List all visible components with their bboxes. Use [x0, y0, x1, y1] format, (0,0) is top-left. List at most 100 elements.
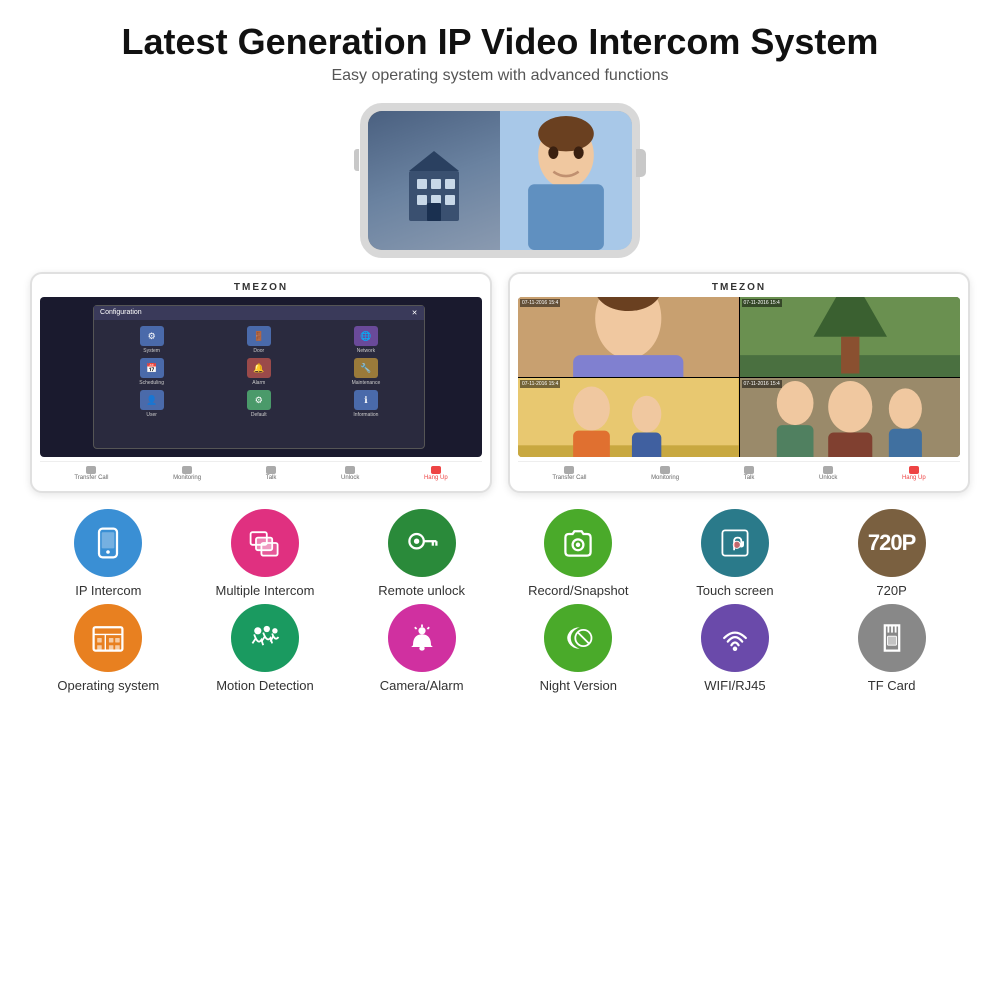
config-network[interactable]: 🌐 Network — [314, 326, 417, 354]
feature-wifi-rj45: WIFI/RJ45 — [670, 604, 800, 693]
config-default[interactable]: ⚙ Default — [207, 390, 310, 418]
btn-hangup[interactable]: Hang Up — [424, 466, 448, 481]
transfer-icon — [86, 466, 96, 474]
monitoring-icon — [182, 466, 192, 474]
alarm-bell-icon — [404, 620, 440, 656]
feature-tf-card: TF Card — [827, 604, 957, 693]
network-icon-box: 🌐 — [354, 326, 378, 346]
btn-unlock[interactable]: Unlock — [341, 466, 359, 481]
camera-alarm-icon-circle — [388, 604, 456, 672]
features-row-1: IP Intercom Multiple Intercom — [30, 509, 970, 598]
btn-talk-r[interactable]: Talk — [744, 466, 755, 481]
btn-talk[interactable]: Talk — [266, 466, 277, 481]
feature-touch-screen: Touch screen — [670, 509, 800, 598]
feature-label-tf-card: TF Card — [868, 678, 916, 693]
unlock-icon — [345, 466, 355, 474]
features-row-2: Operating system — [30, 604, 970, 693]
feature-720p: 720P 720P — [827, 509, 957, 598]
view-cell-3: 07-11-2016 15:4 — [518, 378, 739, 458]
tf-card-icon-circle — [858, 604, 926, 672]
timestamp-4: 07-11-2016 15:4 — [742, 380, 782, 388]
feature-multiple-intercom: Multiple Intercom — [200, 509, 330, 598]
operating-system-icon-circle — [74, 604, 142, 672]
scheduling-icon-box: 📅 — [140, 358, 164, 378]
config-title-bar: Configuration ✕ — [94, 306, 424, 320]
sub-title: Easy operating system with advanced func… — [122, 67, 879, 85]
monitor-left: TMEZON Configuration ✕ ⚙ System 🚪 — [30, 272, 492, 493]
monitor-left-screen: Configuration ✕ ⚙ System 🚪 Door — [40, 297, 482, 457]
phone-left-scene — [368, 111, 500, 250]
header-section: Latest Generation IP Video Intercom Syst… — [122, 20, 879, 85]
feature-record-snapshot: Record/Snapshot — [513, 509, 643, 598]
touch-screen-icon-circle — [701, 509, 769, 577]
multi-view-grid: 07-11-2016 15:4 07-11-2016 15:4 — [518, 297, 960, 457]
multi-screen-icon — [247, 525, 283, 561]
wifi-rj45-icon-circle — [701, 604, 769, 672]
feature-label-720p: 720P — [876, 583, 906, 598]
sdcard-icon — [874, 620, 910, 656]
feature-label-operating-system: Operating system — [57, 678, 159, 693]
timestamp-2: 07-11-2016 15:4 — [742, 299, 782, 307]
config-close: ✕ — [412, 309, 418, 317]
camera-icon — [560, 525, 596, 561]
remote-unlock-icon-circle — [388, 509, 456, 577]
feature-label-multiple-intercom: Multiple Intercom — [215, 583, 314, 598]
brand-right: TMEZON — [518, 282, 960, 293]
phone-icon — [90, 525, 126, 561]
hangup-icon — [431, 466, 441, 474]
phone-right-scene — [500, 111, 632, 250]
brand-left: TMEZON — [40, 282, 482, 293]
system-icon-box: ⚙ — [140, 326, 164, 346]
feature-ip-intercom: IP Intercom — [43, 509, 173, 598]
monitor-right-screen: 07-11-2016 15:4 07-11-2016 15:4 — [518, 297, 960, 457]
view-cell-1: 07-11-2016 15:4 — [518, 297, 739, 377]
info-icon-box: ℹ — [354, 390, 378, 410]
720p-badge: 720P — [868, 530, 915, 556]
multiple-intercom-icon-circle — [231, 509, 299, 577]
config-panel: Configuration ✕ ⚙ System 🚪 Door — [93, 305, 425, 449]
default-icon-box: ⚙ — [247, 390, 271, 410]
night-version-icon-circle — [544, 604, 612, 672]
user-icon-box: 👤 — [140, 390, 164, 410]
maintenance-icon-box: 🔧 — [354, 358, 378, 378]
key-icon — [404, 525, 440, 561]
feature-remote-unlock: Remote unlock — [357, 509, 487, 598]
btn-transfer-call[interactable]: Transfer Call — [74, 466, 108, 481]
config-title: Configuration — [100, 309, 142, 317]
phone-device — [360, 103, 640, 258]
btn-monitoring[interactable]: Monitoring — [173, 466, 201, 481]
alarm-icon-box: 🔔 — [247, 358, 271, 378]
btn-hangup-r[interactable]: Hang Up — [902, 466, 926, 481]
config-alarm[interactable]: 🔔 Alarm — [207, 358, 310, 386]
btn-monitoring-r[interactable]: Monitoring — [651, 466, 679, 481]
talk-icon — [266, 466, 276, 474]
feature-label-motion-detection: Motion Detection — [216, 678, 314, 693]
building-grid-icon — [90, 620, 126, 656]
config-maintenance[interactable]: 🔧 Maintenance — [314, 358, 417, 386]
config-door[interactable]: 🚪 Door — [207, 326, 310, 354]
config-scheduling[interactable]: 📅 Scheduling — [100, 358, 203, 386]
feature-label-camera-alarm: Camera/Alarm — [380, 678, 464, 693]
motion-icon — [247, 620, 283, 656]
720p-icon-circle: 720P — [858, 509, 926, 577]
config-information[interactable]: ℹ Information — [314, 390, 417, 418]
timestamp-1: 07-11-2016 15:4 — [520, 299, 560, 307]
night-moon-icon — [560, 620, 596, 656]
btn-transfer-call-r[interactable]: Transfer Call — [552, 466, 586, 481]
feature-label-wifi-rj45: WIFI/RJ45 — [704, 678, 765, 693]
phone-mockup-area — [360, 103, 640, 258]
person-scene — [500, 111, 632, 250]
touch-icon — [717, 525, 753, 561]
feature-motion-detection: Motion Detection — [200, 604, 330, 693]
config-system[interactable]: ⚙ System — [100, 326, 203, 354]
btn-unlock-r[interactable]: Unlock — [819, 466, 837, 481]
view-cell-4: 07-11-2016 15:4 — [740, 378, 961, 458]
phone-screen — [368, 111, 632, 250]
config-user[interactable]: 👤 User — [100, 390, 203, 418]
feature-label-record-snapshot: Record/Snapshot — [528, 583, 628, 598]
config-grid: ⚙ System 🚪 Door 🌐 Network 📅 — [94, 320, 424, 424]
wifi-icon — [717, 620, 753, 656]
timestamp-3: 07-11-2016 15:4 — [520, 380, 560, 388]
feature-label-night-version: Night Version — [540, 678, 617, 693]
monitor-right-bottom: Transfer Call Monitoring Talk Unlock Han… — [518, 461, 960, 483]
